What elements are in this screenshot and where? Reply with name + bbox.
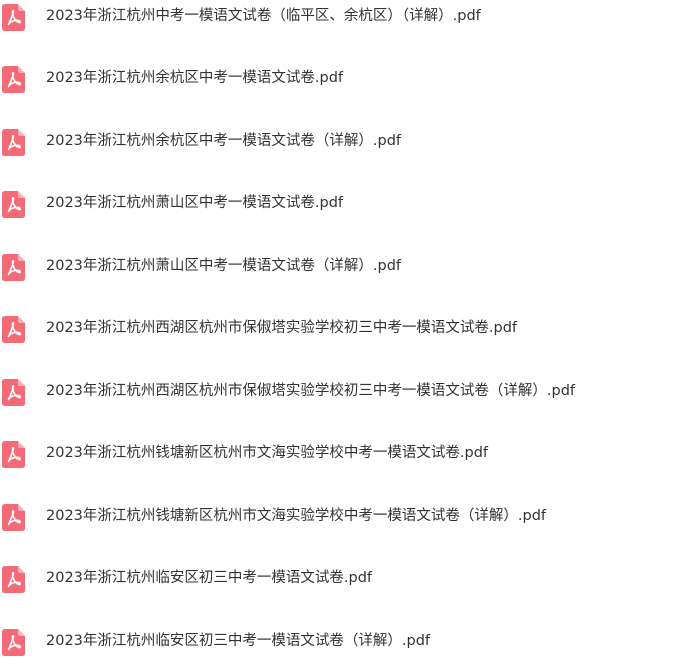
file-item[interactable]: 2023年浙江杭州钱塘新区杭州市文海实验学校中考一模语文试卷.pdf <box>0 437 692 477</box>
file-name: 2023年浙江杭州临安区初三中考一模语文试卷（详解）.pdf <box>46 633 431 649</box>
pdf-file-icon <box>2 316 25 343</box>
file-item[interactable]: 2023年浙江杭州临安区初三中考一模语文试卷（详解）.pdf <box>0 625 692 665</box>
pdf-file-icon <box>2 441 25 468</box>
pdf-file-icon <box>2 4 25 31</box>
file-item[interactable]: 2023年浙江杭州西湖区杭州市保俶塔实验学校初三中考一模语文试卷（详解）.pdf <box>0 375 692 415</box>
file-item[interactable]: 2023年浙江杭州余杭区中考一模语文试卷（详解）.pdf <box>0 125 692 165</box>
file-item[interactable]: 2023年浙江杭州临安区初三中考一模语文试卷.pdf <box>0 562 692 602</box>
file-name: 2023年浙江杭州西湖区杭州市保俶塔实验学校初三中考一模语文试卷.pdf <box>46 320 518 336</box>
pdf-file-icon <box>2 129 25 156</box>
file-item[interactable]: 2023年浙江杭州萧山区中考一模语文试卷（详解）.pdf <box>0 250 692 290</box>
file-item[interactable]: 2023年浙江杭州钱塘新区杭州市文海实验学校中考一模语文试卷（详解）.pdf <box>0 500 692 540</box>
file-name: 2023年浙江杭州中考一模语文试卷（临平区、余杭区）（详解）.pdf <box>46 8 481 24</box>
file-item[interactable]: 2023年浙江杭州西湖区杭州市保俶塔实验学校初三中考一模语文试卷.pdf <box>0 312 692 352</box>
file-item[interactable]: 2023年浙江杭州中考一模语文试卷（临平区、余杭区）（详解）.pdf <box>0 0 692 40</box>
file-name: 2023年浙江杭州萧山区中考一模语文试卷.pdf <box>46 195 344 211</box>
file-name: 2023年浙江杭州西湖区杭州市保俶塔实验学校初三中考一模语文试卷（详解）.pdf <box>46 383 576 399</box>
pdf-file-icon <box>2 504 25 531</box>
pdf-file-icon <box>2 254 25 281</box>
file-name: 2023年浙江杭州余杭区中考一模语文试卷.pdf <box>46 70 344 86</box>
pdf-file-icon <box>2 629 25 656</box>
file-name: 2023年浙江杭州萧山区中考一模语文试卷（详解）.pdf <box>46 258 402 274</box>
pdf-file-icon <box>2 379 25 406</box>
file-item[interactable]: 2023年浙江杭州余杭区中考一模语文试卷.pdf <box>0 62 692 102</box>
file-name: 2023年浙江杭州临安区初三中考一模语文试卷.pdf <box>46 570 373 586</box>
file-item[interactable]: 2023年浙江杭州萧山区中考一模语文试卷.pdf <box>0 187 692 227</box>
file-name: 2023年浙江杭州钱塘新区杭州市文海实验学校中考一模语文试卷（详解）.pdf <box>46 508 547 524</box>
pdf-file-icon <box>2 191 25 218</box>
file-name: 2023年浙江杭州余杭区中考一模语文试卷（详解）.pdf <box>46 133 402 149</box>
pdf-file-icon <box>2 566 25 593</box>
file-list: 2023年浙江杭州中考一模语文试卷（临平区、余杭区）（详解）.pdf 2023年… <box>0 0 692 656</box>
pdf-file-icon <box>2 66 25 93</box>
file-name: 2023年浙江杭州钱塘新区杭州市文海实验学校中考一模语文试卷.pdf <box>46 445 489 461</box>
